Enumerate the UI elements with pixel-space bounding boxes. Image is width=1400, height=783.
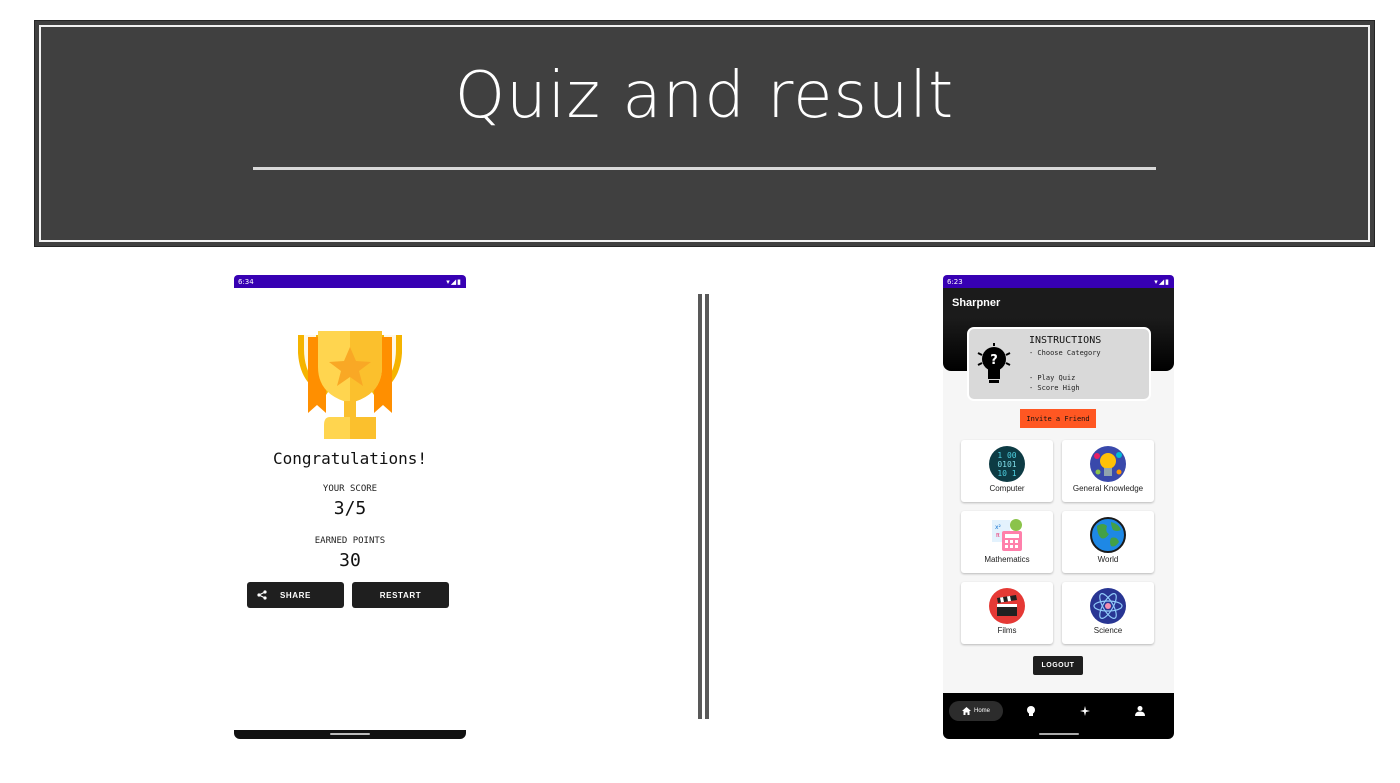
clapperboard-icon [989,588,1025,624]
center-divider [698,294,710,719]
congratulations-text: Congratulations! [272,449,428,468]
instructions-title: INSTRUCTIONS [1029,335,1102,346]
divider-line [705,294,709,719]
share-icon [257,590,267,600]
divider-line [698,294,702,719]
category-name: Films [997,626,1017,635]
lightbulb-icon [1090,446,1126,482]
bottom-navigation: Home [943,693,1174,739]
atom-icon [1090,588,1126,624]
category-card-world[interactable]: World [1062,511,1154,573]
score-label: YOUR SCORE [322,484,378,494]
status-time: 6:23 [947,277,963,286]
instruction-line: - Choose Category [1029,349,1101,357]
nav-star-icon[interactable] [1079,705,1091,717]
status-bar: 6:23 ▾◢▮ [943,275,1174,288]
nav-home-label: Home [973,708,990,714]
category-name: Computer [989,484,1025,493]
svg-text:?: ? [990,353,998,368]
logout-button[interactable]: LOGOUT [1033,656,1083,675]
status-bar: 6:34 ▾◢▮ [234,275,466,288]
points-value: 30 [339,550,361,571]
nav-leaderboard-icon[interactable] [1025,705,1037,717]
globe-icon [1090,517,1126,553]
app-bar: Sharpner [943,288,1174,318]
category-name: General Knowledge [1072,484,1144,493]
gesture-pill[interactable] [330,733,370,735]
lightbulb-icon: ? [977,343,1011,383]
title-banner: Quiz and result [34,20,1375,247]
banner-underline [253,167,1156,170]
category-card-general-knowledge[interactable]: General Knowledge [1062,440,1154,502]
instruction-line: - Score High [1029,384,1080,392]
status-time: 6:34 [238,277,254,286]
restart-label: RESTART [379,590,422,600]
result-screen: 6:34 ▾◢▮ Congratulations! YOUR SCORE 3/5… [234,275,466,739]
calculator-icon: x² π [992,519,1022,551]
category-card-mathematics[interactable]: x² π Mathematics [961,511,1053,573]
category-card-computer[interactable]: 1 00 0101 10 1 Computer [961,440,1053,502]
score-value: 3/5 [333,498,367,519]
trophy-icon [298,331,402,439]
instruction-line: - Play Quiz [1029,374,1076,382]
category-card-films[interactable]: Films [961,582,1053,644]
svg-text:x²: x² [995,524,1002,531]
restart-button[interactable]: RESTART [352,582,449,608]
home-screen: 6:23 ▾◢▮ Sharpner ? INSTRUCTIONS - Choos… [943,275,1174,739]
home-icon [961,707,971,715]
gesture-bar [234,730,466,739]
points-label: EARNED POINTS [314,536,386,546]
nav-profile-icon[interactable] [1134,705,1146,717]
svg-text:10 1: 10 1 [997,469,1016,478]
banner-frame [39,25,1370,242]
banner-title: Quiz and result [454,59,955,133]
share-button[interactable]: SHARE [247,582,344,608]
category-name: Science [1093,626,1123,635]
instructions-card: ? INSTRUCTIONS - Choose Category - Play … [967,327,1151,401]
app-title: Sharpner [952,297,1001,309]
nav-home[interactable]: Home [949,701,1003,721]
svg-text:π: π [996,532,1000,539]
svg-text:1 00: 1 00 [997,451,1016,460]
gesture-pill[interactable] [1039,733,1079,735]
svg-text:0101: 0101 [997,460,1016,469]
category-name: World [1097,555,1119,564]
share-label: SHARE [279,590,311,600]
status-icons: ▾◢▮ [446,277,462,286]
category-name: Mathematics [984,555,1030,564]
category-card-science[interactable]: Science [1062,582,1154,644]
status-icons: ▾◢▮ [1154,277,1170,286]
invite-friend-button[interactable]: Invite a Friend [1020,409,1096,428]
binary-code-icon: 1 00 0101 10 1 [989,446,1025,482]
